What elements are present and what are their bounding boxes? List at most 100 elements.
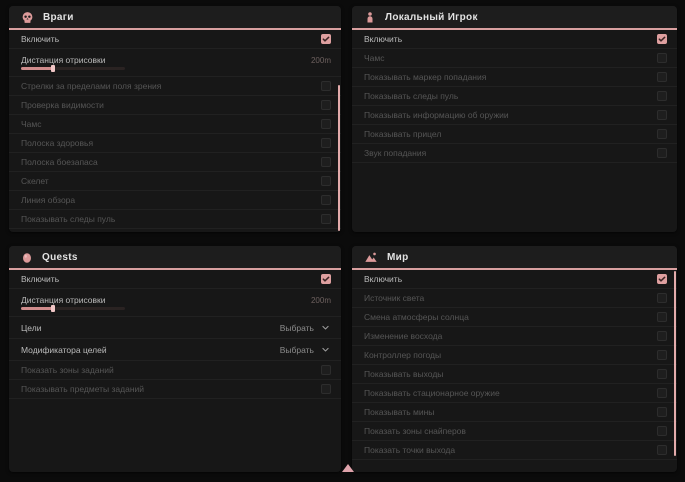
row-player-crosshair[interactable]: Показывать прицел xyxy=(352,125,677,144)
scrollbar-thumb[interactable] xyxy=(338,85,340,231)
checkbox-unchecked[interactable] xyxy=(657,53,667,63)
setting-label: Дистанция отрисовки xyxy=(21,55,106,65)
checkbox-unchecked[interactable] xyxy=(321,81,331,91)
setting-label: Контроллер погоды xyxy=(364,350,441,360)
panel-local-player-header: Локальный Игрок xyxy=(352,6,677,30)
setting-label: Показывать прицел xyxy=(364,129,441,139)
setting-label: Полоска здоровья xyxy=(21,138,93,148)
checkbox-unchecked[interactable] xyxy=(657,426,667,436)
row-player-chams[interactable]: Чамс xyxy=(352,49,677,68)
checkbox-checked[interactable] xyxy=(321,274,331,284)
panel-title: Мир xyxy=(387,252,409,263)
select-value: Выбрать xyxy=(280,323,314,333)
panel-title: Враги xyxy=(43,12,74,23)
row-enemies-bullet-traces[interactable]: Показывать следы пуль xyxy=(9,210,341,229)
row-world-light-source[interactable]: Источник света xyxy=(352,289,677,308)
checkbox-unchecked[interactable] xyxy=(657,72,667,82)
row-world-sniper-zones[interactable]: Показать зоны снайперов xyxy=(352,422,677,441)
setting-label: Показать зоны заданий xyxy=(21,365,114,375)
row-world-weather-controller[interactable]: Контроллер погоды xyxy=(352,346,677,365)
checkbox-unchecked[interactable] xyxy=(321,365,331,375)
row-world-stationary-weapons[interactable]: Показывать стационарное оружие xyxy=(352,384,677,403)
slider-handle[interactable] xyxy=(51,305,55,312)
setting-label: Показывать информацию об оружии xyxy=(364,110,509,120)
checkbox-unchecked[interactable] xyxy=(657,293,667,303)
row-enemies-enable[interactable]: Включить xyxy=(9,30,341,49)
panel-title: Quests xyxy=(42,252,78,263)
draw-distance-slider[interactable] xyxy=(21,307,125,310)
row-quests-target-modifiers: Модификатора целей Выбрать xyxy=(9,339,341,361)
setting-label: Изменение восхода xyxy=(364,331,442,341)
checkbox-unchecked[interactable] xyxy=(321,119,331,129)
setting-label: Звук попадания xyxy=(364,148,426,158)
row-world-exit-points[interactable]: Показать точки выхода xyxy=(352,441,677,460)
draw-distance-slider[interactable] xyxy=(21,67,125,70)
select-value: Выбрать xyxy=(280,345,314,355)
row-enemies-offscreen-arrows[interactable]: Стрелки за пределами поля зрения xyxy=(9,77,341,96)
checkbox-unchecked[interactable] xyxy=(657,445,667,455)
row-quests-items[interactable]: Показывать предметы заданий xyxy=(9,380,341,399)
target-modifiers-select[interactable]: Выбрать xyxy=(280,345,331,355)
row-world-sunrise-change[interactable]: Изменение восхода xyxy=(352,327,677,346)
row-player-hit-marker[interactable]: Показывать маркер попадания xyxy=(352,68,677,87)
slider-handle[interactable] xyxy=(51,65,55,72)
row-quests-enable[interactable]: Включить xyxy=(9,270,341,289)
row-player-enable[interactable]: Включить xyxy=(352,30,677,49)
mountain-icon xyxy=(364,251,378,264)
setting-label: Включить xyxy=(21,274,59,284)
checkbox-unchecked[interactable] xyxy=(657,148,667,158)
row-enemies-draw-distance: Дистанция отрисовки 200m xyxy=(9,49,341,77)
setting-label: Линия обзора xyxy=(21,195,75,205)
checkbox-unchecked[interactable] xyxy=(657,129,667,139)
row-quests-zones[interactable]: Показать зоны заданий xyxy=(9,361,341,380)
checkbox-unchecked[interactable] xyxy=(657,312,667,322)
checkbox-unchecked[interactable] xyxy=(321,157,331,167)
row-world-sun-atmosphere[interactable]: Смена атмосферы солнца xyxy=(352,308,677,327)
row-world-exits[interactable]: Показывать выходы xyxy=(352,365,677,384)
setting-label: Включить xyxy=(21,34,59,44)
row-player-hit-sound[interactable]: Звук попадания xyxy=(352,144,677,163)
setting-label: Показать зоны снайперов xyxy=(364,426,466,436)
checkbox-unchecked[interactable] xyxy=(321,100,331,110)
checkbox-unchecked[interactable] xyxy=(657,369,667,379)
row-world-mines[interactable]: Показывать мины xyxy=(352,403,677,422)
checkbox-unchecked[interactable] xyxy=(657,388,667,398)
checkbox-unchecked[interactable] xyxy=(657,350,667,360)
checkbox-checked[interactable] xyxy=(657,274,667,284)
checkbox-checked[interactable] xyxy=(321,34,331,44)
row-enemies-line-of-sight[interactable]: Линия обзора xyxy=(9,191,341,210)
row-enemies-skeleton[interactable]: Скелет xyxy=(9,172,341,191)
scrollbar-thumb[interactable] xyxy=(674,271,676,456)
setting-label: Показывать следы пуль xyxy=(21,214,115,224)
row-world-enable[interactable]: Включить xyxy=(352,270,677,289)
panel-local-player-body: Включить Чамс Показывать маркер попадани… xyxy=(352,30,677,163)
targets-select[interactable]: Выбрать xyxy=(280,323,331,333)
checkbox-unchecked[interactable] xyxy=(321,176,331,186)
setting-label: Показать точки выхода xyxy=(364,445,455,455)
row-enemies-health-bar[interactable]: Полоска здоровья xyxy=(9,134,341,153)
row-enemies-ammo-bar[interactable]: Полоска боезапаса xyxy=(9,153,341,172)
checkbox-checked[interactable] xyxy=(657,34,667,44)
row-enemies-chams[interactable]: Чамс xyxy=(9,115,341,134)
setting-label: Стрелки за пределами поля зрения xyxy=(21,81,161,91)
checkbox-unchecked[interactable] xyxy=(657,407,667,417)
checkbox-unchecked[interactable] xyxy=(321,195,331,205)
setting-label: Показывать маркер попадания xyxy=(364,72,486,82)
checkbox-unchecked[interactable] xyxy=(657,91,667,101)
panel-enemies-body: Включить Дистанция отрисовки 200m Стрелк… xyxy=(9,30,341,229)
checkbox-unchecked[interactable] xyxy=(321,384,331,394)
checkbox-unchecked[interactable] xyxy=(321,214,331,224)
panel-world-header: Мир xyxy=(352,246,677,270)
setting-label: Дистанция отрисовки xyxy=(21,295,106,305)
panel-title: Локальный Игрок xyxy=(385,12,478,23)
checkbox-unchecked[interactable] xyxy=(657,110,667,120)
setting-label: Источник света xyxy=(364,293,424,303)
slider-value: 200m xyxy=(311,56,331,65)
checkbox-unchecked[interactable] xyxy=(657,331,667,341)
row-player-bullet-traces[interactable]: Показывать следы пуль xyxy=(352,87,677,106)
setting-label: Показывать предметы заданий xyxy=(21,384,144,394)
checkbox-unchecked[interactable] xyxy=(321,138,331,148)
row-enemies-visibility-check[interactable]: Проверка видимости xyxy=(9,96,341,115)
row-player-weapon-info[interactable]: Показывать информацию об оружии xyxy=(352,106,677,125)
setting-label: Показывать выходы xyxy=(364,369,443,379)
